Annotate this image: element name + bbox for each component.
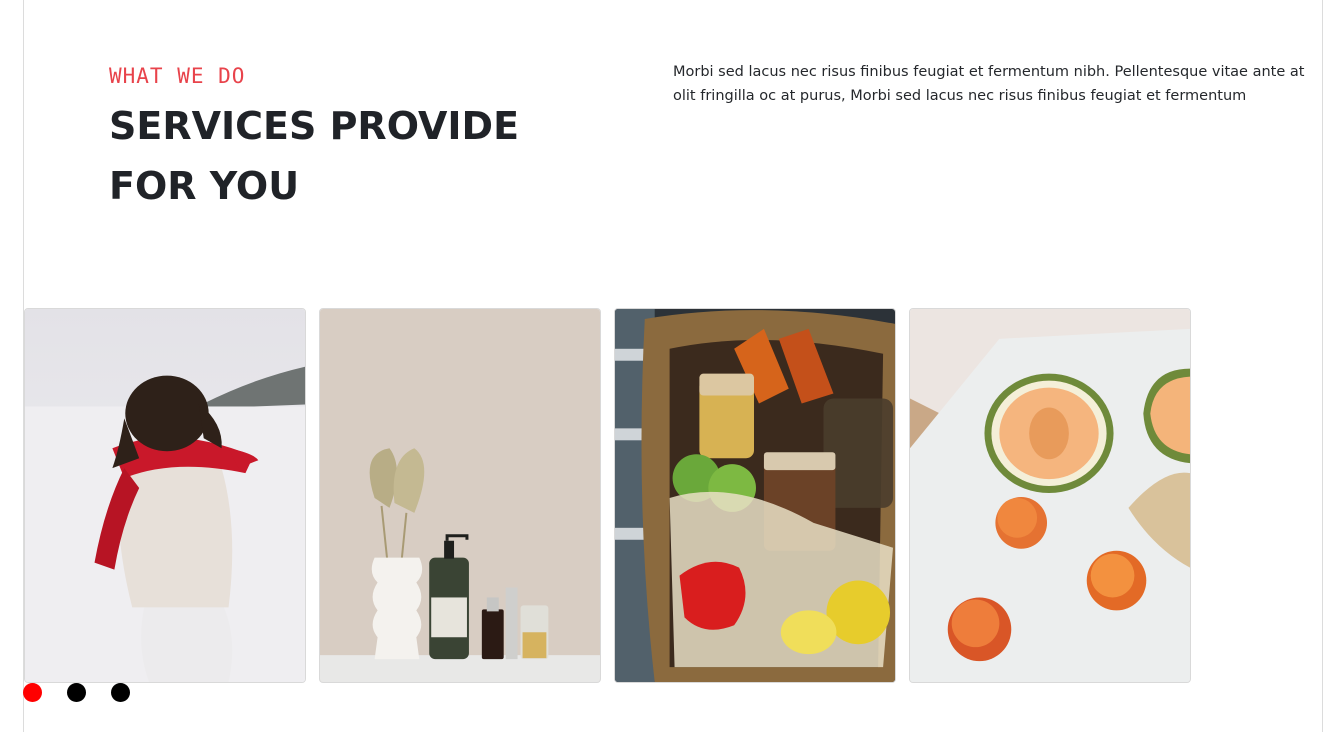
service-card-2[interactable] bbox=[319, 308, 601, 683]
woman-red-scarf-image bbox=[25, 309, 305, 682]
vase-cosmetics-image bbox=[320, 309, 600, 682]
service-card-1[interactable] bbox=[24, 308, 306, 683]
section-eyebrow: WHAT WE DO bbox=[109, 64, 246, 88]
carousel-dot-2[interactable] bbox=[67, 683, 86, 702]
carousel-dot-3[interactable] bbox=[111, 683, 130, 702]
right-border bbox=[1322, 0, 1323, 732]
service-card-4[interactable] bbox=[909, 308, 1191, 683]
title-line-1: SERVICES PROVIDE bbox=[109, 104, 520, 148]
title-line-2: FOR YOU bbox=[109, 164, 300, 208]
service-card-3[interactable] bbox=[614, 308, 896, 683]
section-description: Morbi sed lacus nec risus finibus feugia… bbox=[673, 64, 1305, 104]
grocery-basket-image bbox=[615, 309, 895, 682]
section-title: SERVICES PROVIDE FOR YOU bbox=[109, 96, 569, 216]
carousel-dot-1-active[interactable] bbox=[23, 683, 42, 702]
melon-apricots-image bbox=[910, 309, 1190, 682]
